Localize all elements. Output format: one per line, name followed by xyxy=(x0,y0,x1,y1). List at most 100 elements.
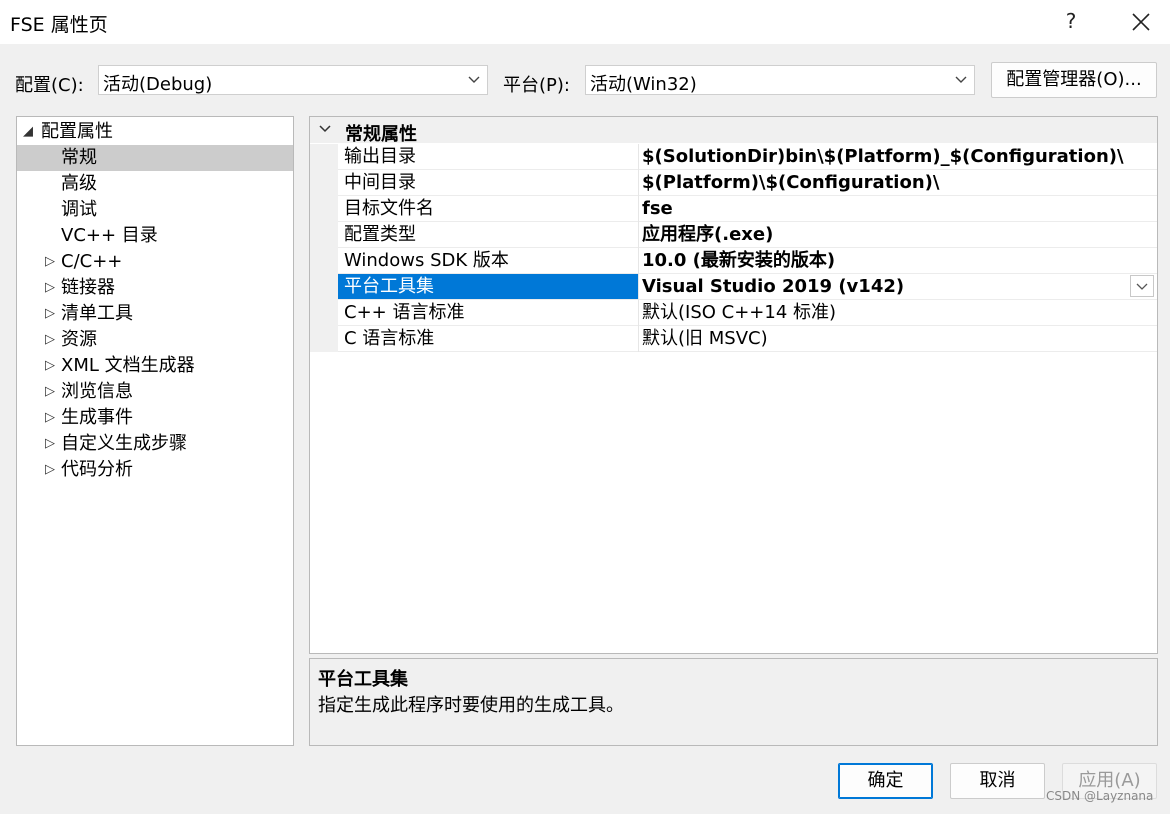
property-tree: ◢ 配置属性 常规 高级 调试 VC++ 目录 ▷ C/C++ ▷ 链接器 ▷ … xyxy=(16,116,294,746)
tree-item-label: 配置属性 xyxy=(41,121,113,142)
property-row[interactable]: 中间目录 $(Platform)\$(Configuration)\ xyxy=(310,170,1157,196)
ok-button[interactable]: 确定 xyxy=(838,763,933,799)
config-combo-value: 活动(Debug) xyxy=(103,74,213,95)
tree-item-xml-doc-generator[interactable]: ▷ XML 文档生成器 xyxy=(17,353,293,379)
chevron-down-icon xyxy=(955,76,967,83)
chevron-down-icon xyxy=(1136,283,1148,290)
tree-item-label: C/C++ xyxy=(61,251,123,272)
row-gutter xyxy=(310,274,338,300)
tree-item-label: 调试 xyxy=(61,199,97,220)
config-label: 配置(C): xyxy=(15,75,84,96)
tree-item-linker[interactable]: ▷ 链接器 xyxy=(17,275,293,301)
watermark: CSDN @Layznana xyxy=(1046,789,1154,803)
property-row[interactable]: 目标文件名 fse xyxy=(310,196,1157,222)
expanded-triangle-icon: ◢ xyxy=(23,124,33,139)
tree-item-label: 资源 xyxy=(61,329,97,350)
tree-item-code-analysis[interactable]: ▷ 代码分析 xyxy=(17,457,293,483)
chevron-down-icon[interactable] xyxy=(318,123,332,135)
platform-combo-value: 活动(Win32) xyxy=(590,74,697,95)
help-button[interactable]: ? xyxy=(1058,9,1084,33)
config-combo[interactable]: 活动(Debug) xyxy=(98,65,488,95)
collapsed-triangle-icon[interactable]: ▷ xyxy=(45,457,55,483)
chevron-down-icon xyxy=(468,76,480,83)
property-grid: 常规属性 输出目录 $(SolutionDir)bin\$(Platform)_… xyxy=(309,116,1158,654)
row-gutter xyxy=(310,248,338,274)
collapsed-triangle-icon[interactable]: ▷ xyxy=(45,327,55,353)
description-title: 平台工具集 xyxy=(318,669,408,690)
tree-item-debugging[interactable]: 调试 xyxy=(17,197,293,223)
tree-item-label: XML 文档生成器 xyxy=(61,355,195,376)
description-text: 指定生成此程序时要使用的生成工具。 xyxy=(318,695,624,716)
value-dropdown-button[interactable] xyxy=(1130,275,1154,297)
property-row[interactable]: C 语言标准 默认(旧 MSVC) xyxy=(310,326,1157,352)
description-panel: 平台工具集 指定生成此程序时要使用的生成工具。 xyxy=(309,658,1158,746)
property-value[interactable]: $(SolutionDir)bin\$(Platform)_$(Configur… xyxy=(642,144,1124,169)
property-name: 中间目录 xyxy=(344,172,416,193)
property-value[interactable]: $(Platform)\$(Configuration)\ xyxy=(642,170,939,195)
property-row[interactable]: 输出目录 $(SolutionDir)bin\$(Platform)_$(Con… xyxy=(310,144,1157,170)
property-name: 目标文件名 xyxy=(344,198,434,219)
row-gutter xyxy=(310,300,338,326)
tree-item-custom-build-step[interactable]: ▷ 自定义生成步骤 xyxy=(17,431,293,457)
collapsed-triangle-icon[interactable]: ▷ xyxy=(45,379,55,405)
tree-item-label: VC++ 目录 xyxy=(61,225,158,246)
column-divider xyxy=(638,300,639,326)
row-gutter xyxy=(310,222,338,248)
property-row[interactable]: C++ 语言标准 默认(ISO C++14 标准) xyxy=(310,300,1157,326)
window-title: FSE 属性页 xyxy=(10,14,108,36)
row-gutter xyxy=(310,144,338,170)
tree-item-label: 代码分析 xyxy=(61,459,133,480)
collapsed-triangle-icon[interactable]: ▷ xyxy=(45,353,55,379)
property-value[interactable]: 应用程序(.exe) xyxy=(642,222,773,247)
category-header[interactable]: 常规属性 xyxy=(310,117,1157,145)
config-manager-button[interactable]: 配置管理器(O)... xyxy=(991,62,1157,98)
property-name: Windows SDK 版本 xyxy=(344,250,509,271)
tree-item-cpp[interactable]: ▷ C/C++ xyxy=(17,249,293,275)
tree-item-label: 高级 xyxy=(61,173,97,194)
property-name: C++ 语言标准 xyxy=(344,302,465,323)
property-value[interactable]: 默认(旧 MSVC) xyxy=(642,326,768,351)
property-name: 配置类型 xyxy=(344,224,416,245)
close-button[interactable] xyxy=(1124,4,1158,40)
tree-item-label: 自定义生成步骤 xyxy=(61,433,187,454)
title-bar: FSE 属性页 ? xyxy=(0,0,1170,44)
collapsed-triangle-icon[interactable]: ▷ xyxy=(45,249,55,275)
property-name: 平台工具集 xyxy=(338,274,638,299)
tree-item-build-events[interactable]: ▷ 生成事件 xyxy=(17,405,293,431)
tree-item-general[interactable]: 常规 xyxy=(17,145,293,171)
row-gutter xyxy=(310,326,338,352)
property-name: C 语言标准 xyxy=(344,328,435,349)
property-row[interactable]: Windows SDK 版本 10.0 (最新安装的版本) xyxy=(310,248,1157,274)
property-row[interactable]: 配置类型 应用程序(.exe) xyxy=(310,222,1157,248)
collapsed-triangle-icon[interactable]: ▷ xyxy=(45,275,55,301)
column-divider xyxy=(638,196,639,222)
tree-item-label: 生成事件 xyxy=(61,407,133,428)
tree-item-vc-directories[interactable]: VC++ 目录 xyxy=(17,223,293,249)
tree-item-manifest-tool[interactable]: ▷ 清单工具 xyxy=(17,301,293,327)
cancel-button[interactable]: 取消 xyxy=(950,763,1045,799)
collapsed-triangle-icon[interactable]: ▷ xyxy=(45,301,55,327)
tree-item-label: 浏览信息 xyxy=(61,381,133,402)
row-gutter xyxy=(310,196,338,222)
tree-item-advanced[interactable]: 高级 xyxy=(17,171,293,197)
property-value[interactable]: 默认(ISO C++14 标准) xyxy=(642,300,836,325)
property-value[interactable]: 10.0 (最新安装的版本) xyxy=(642,248,835,273)
column-divider xyxy=(638,170,639,196)
column-divider xyxy=(638,248,639,274)
tree-item-resources[interactable]: ▷ 资源 xyxy=(17,327,293,353)
tree-item-label: 清单工具 xyxy=(61,303,133,324)
column-divider xyxy=(638,222,639,248)
property-value[interactable]: fse xyxy=(642,196,673,221)
row-gutter xyxy=(310,170,338,196)
column-divider xyxy=(638,326,639,352)
column-divider xyxy=(638,144,639,170)
property-row-selected[interactable]: 平台工具集 Visual Studio 2019 (v142) xyxy=(310,274,1157,300)
category-title: 常规属性 xyxy=(345,124,417,145)
tree-item-config-properties[interactable]: ◢ 配置属性 xyxy=(17,119,293,145)
property-name: 输出目录 xyxy=(344,146,416,167)
property-value[interactable]: Visual Studio 2019 (v142) xyxy=(642,274,904,299)
collapsed-triangle-icon[interactable]: ▷ xyxy=(45,431,55,457)
platform-combo[interactable]: 活动(Win32) xyxy=(585,65,975,95)
collapsed-triangle-icon[interactable]: ▷ xyxy=(45,405,55,431)
tree-item-browse-info[interactable]: ▷ 浏览信息 xyxy=(17,379,293,405)
